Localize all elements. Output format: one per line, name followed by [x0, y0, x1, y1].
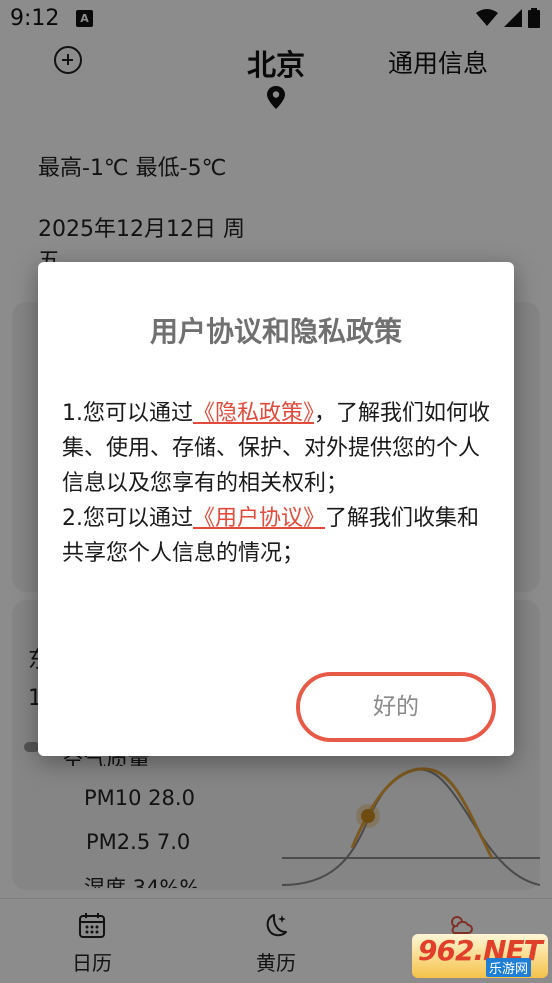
dialog-body: 1.您可以通过《隐私政策》，了解我们如何收集、使用、存储、保护、对外提供您的个人… [62, 396, 492, 571]
dialog-paragraph-agreement: 2.您可以通过《用户协议》了解我们收集和共享您个人信息的情况； [62, 501, 492, 571]
user-agreement-link[interactable]: 《用户协议》 [193, 506, 325, 531]
privacy-dialog: 用户协议和隐私政策 1.您可以通过《隐私政策》，了解我们如何收集、使用、存储、保… [38, 262, 514, 756]
ok-button[interactable]: 好的 [296, 672, 496, 742]
watermark-sub-text: 乐游网 [486, 958, 532, 977]
dialog-paragraph-privacy: 1.您可以通过《隐私政策》，了解我们如何收集、使用、存储、保护、对外提供您的个人… [62, 396, 492, 501]
paragraph-text: 2.您可以通过 [62, 506, 193, 531]
privacy-policy-link[interactable]: 《隐私政策》 [193, 401, 314, 426]
dialog-title: 用户协议和隐私政策 [149, 315, 402, 348]
watermark-logo: 962.NET 乐游网 [412, 934, 548, 978]
weather-app: 9:12 A 北京 通用信息 最高-1℃ 最低-5℃ 2025年12月12日 周… [0, 0, 552, 983]
paragraph-text: 1.您可以通过 [62, 401, 193, 426]
